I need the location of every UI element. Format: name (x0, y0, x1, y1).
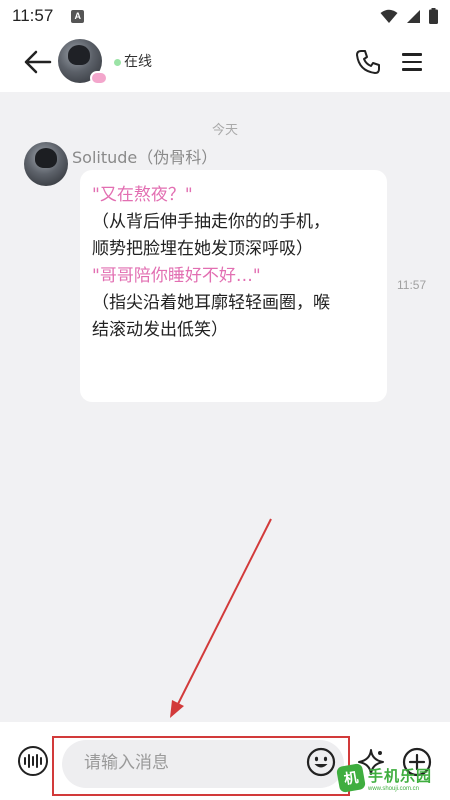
wifi-icon (380, 9, 398, 23)
message-line: 结滚动发出低笑） (92, 320, 228, 340)
message-line: "哥哥陪你睡好不好…" (92, 266, 261, 286)
avatar-badge (90, 71, 108, 85)
phone-icon (356, 50, 380, 74)
chat-area[interactable]: 今天 Solitude（伪骨科） "又在熬夜？" （从背后伸手抽走你的的手机， … (0, 92, 450, 722)
message-line: （从背后伸手抽走你的的手机， (92, 212, 330, 232)
chat-header: 在线 (0, 32, 450, 92)
status-icons (380, 8, 438, 24)
voice-icon (24, 757, 26, 765)
watermark-logo-icon: 机 (335, 762, 367, 794)
message-line: 顺势把脸埋在她发顶深呼吸） (92, 239, 313, 259)
message-line: （指尖沿着她耳廓轻轻画圈，喉 (92, 293, 330, 313)
voice-button[interactable] (18, 746, 48, 776)
message-bubble[interactable]: "又在熬夜？" （从背后伸手抽走你的的手机， 顺势把脸埋在她发顶深呼吸） "哥哥… (80, 170, 387, 402)
back-arrow-icon (24, 50, 52, 74)
highlight-box (52, 736, 350, 796)
status-time: 11:57 (12, 6, 54, 25)
battery-icon (429, 8, 438, 24)
message-time: 11:57 (397, 278, 427, 292)
message-avatar[interactable] (24, 142, 68, 186)
watermark: 机 手机乐园 www.shouji.com.cn (335, 756, 450, 800)
back-button[interactable] (22, 46, 54, 78)
watermark-title: 手机乐园 (368, 766, 433, 785)
menu-button[interactable] (398, 48, 426, 76)
notification-a-icon: A (71, 9, 85, 23)
menu-icon (402, 53, 422, 56)
call-button[interactable] (354, 48, 382, 76)
sender-name: Solitude（伪骨科） (72, 148, 218, 167)
status-bar: 11:57 A (0, 0, 450, 32)
contact-avatar[interactable] (58, 39, 108, 85)
cell-signal-icon (407, 9, 420, 23)
message-line: "又在熬夜？" (92, 185, 193, 205)
online-dot (114, 59, 121, 66)
date-separator: 今天 (211, 123, 238, 138)
online-status: 在线 (124, 54, 152, 70)
watermark-url: www.shouji.com.cn (368, 785, 420, 792)
